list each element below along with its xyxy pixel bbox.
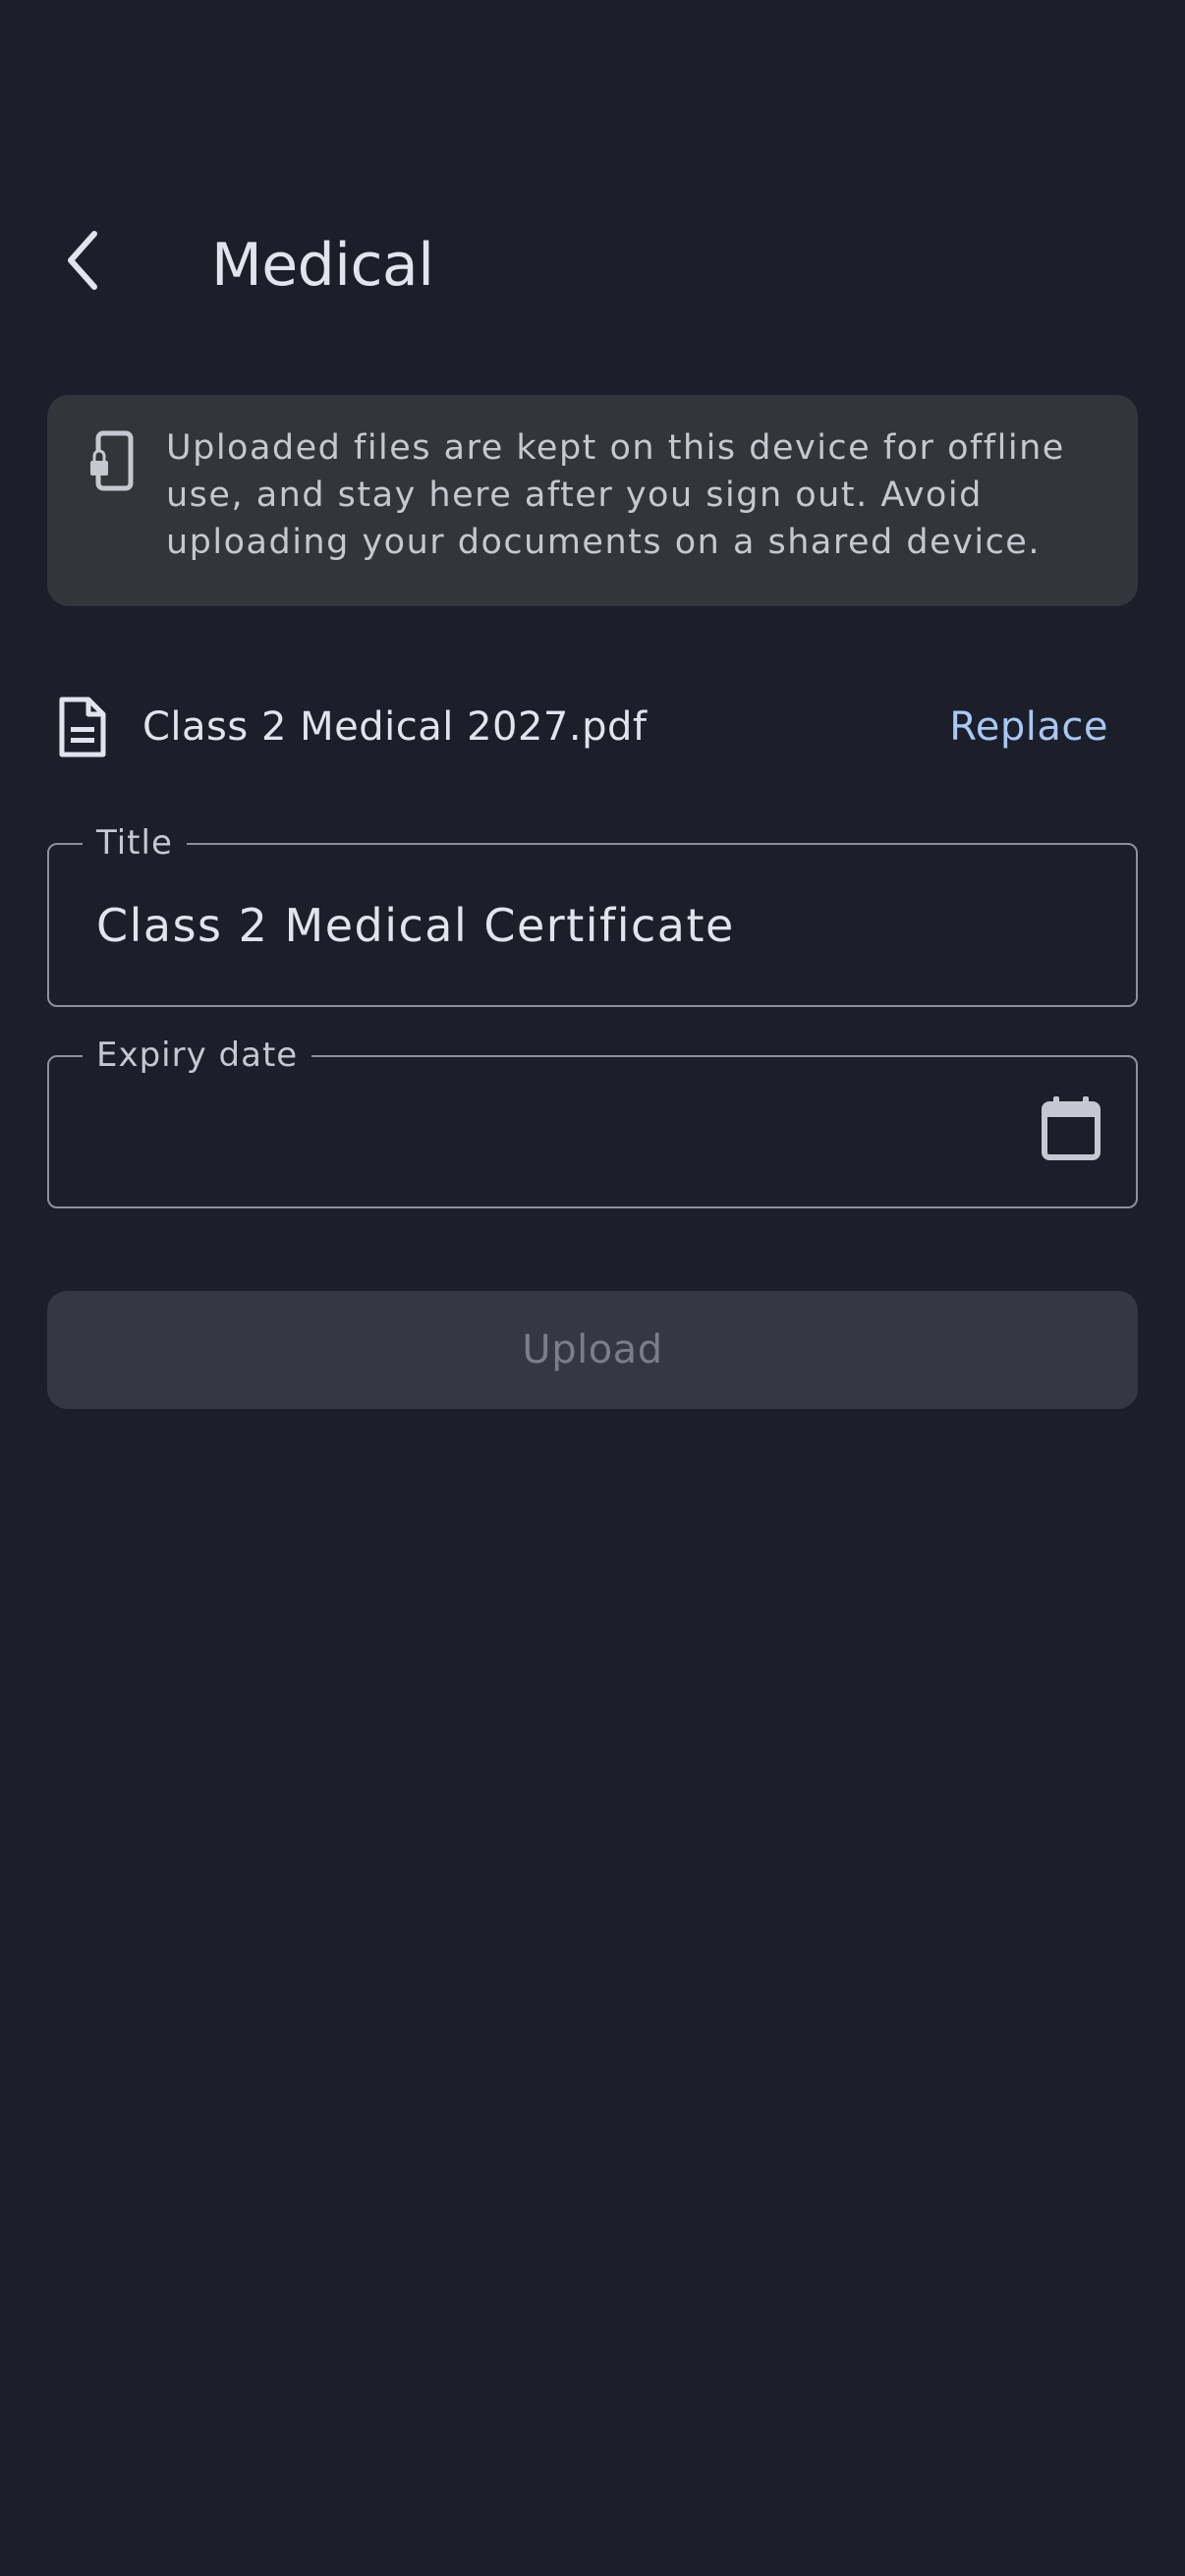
replace-button[interactable]: Replace [949, 698, 1108, 756]
expiry-date-field[interactable]: Expiry date [47, 1034, 1138, 1208]
document-icon [59, 697, 106, 757]
title-field-value[interactable]: Class 2 Medical Certificate [96, 896, 735, 955]
page-title: Medical [211, 231, 434, 300]
file-name: Class 2 Medical 2027.pdf [142, 704, 648, 750]
notice-text: Uploaded files are kept on this device f… [166, 428, 1065, 562]
title-field-label: Title [83, 821, 187, 865]
upload-button[interactable]: Upload [47, 1291, 1138, 1409]
selected-file-row: Class 2 Medical 2027.pdf Replace [47, 678, 1138, 776]
back-button[interactable] [39, 216, 128, 305]
offline-storage-notice: Uploaded files are kept on this device f… [47, 395, 1138, 606]
chevron-left-icon [68, 231, 97, 290]
expiry-date-label: Expiry date [83, 1034, 312, 1077]
title-field[interactable]: Title Class 2 Medical Certificate [47, 821, 1138, 1007]
calendar-icon[interactable] [1040, 1094, 1102, 1163]
app-bar: Medical [0, 196, 1185, 334]
phone-lock-icon [88, 430, 134, 491]
